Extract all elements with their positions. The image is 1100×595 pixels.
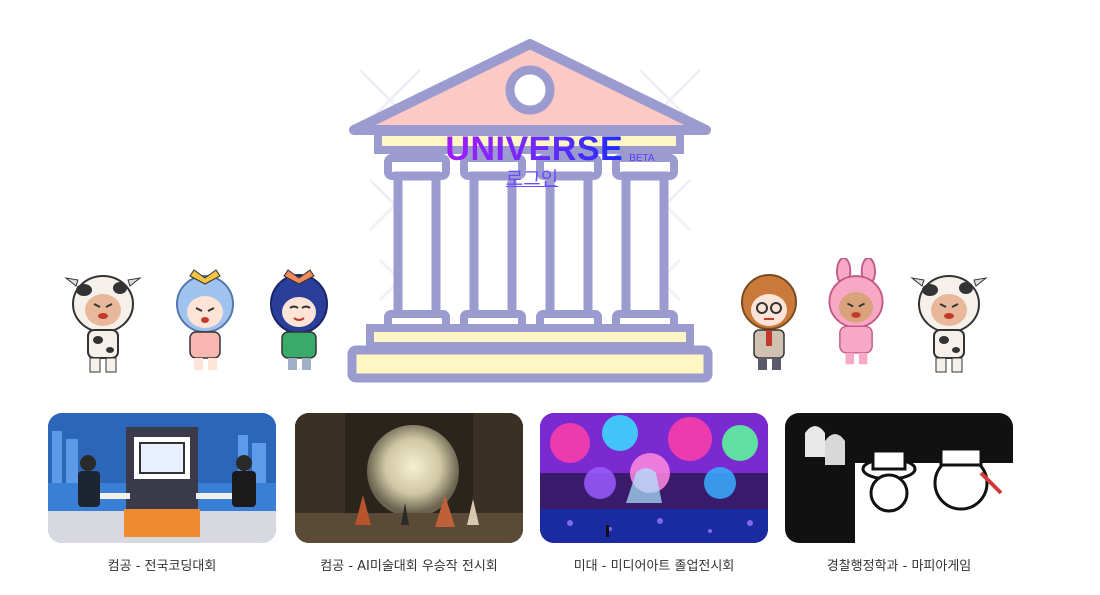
ai-art-exhibition-image[interactable] (295, 413, 523, 543)
site-title: UNIVERSE (445, 130, 624, 168)
media-art-exhibition-image[interactable] (540, 413, 768, 543)
svg-text:마피아: 마피아 (795, 496, 839, 515)
mafia-game-image-icon: 마피아 게임 (785, 413, 1013, 543)
building-logo-icon (347, 39, 713, 383)
svg-text:게임: 게임 (805, 516, 834, 535)
coding-contest-image-icon (48, 413, 276, 543)
media-art-image-icon (540, 413, 768, 543)
event-caption: 컴공 - AI미술대회 우승작 전시회 (320, 559, 498, 574)
event-caption: 컴공 - 전국코딩대회 (107, 559, 217, 574)
event-card-mafia-game[interactable]: 마피아 게임 경찰행정학과 - 마피아게임 (785, 413, 1013, 574)
blue-hair-girl-character-icon[interactable] (164, 264, 246, 376)
navy-hair-girl-character-icon[interactable] (258, 264, 340, 376)
event-card-media-art[interactable]: 미대 - 미디어아트 졸업전시회 (540, 413, 768, 574)
mafia-game-image[interactable]: 마피아 게임 (785, 413, 1013, 543)
event-caption: 경찰행정학과 - 마피아게임 (826, 559, 972, 574)
ai-art-image-icon (295, 413, 523, 543)
hero-section: UNIVERSE BETA 로그인 (0, 0, 1100, 400)
cow-character-right-icon[interactable] (908, 264, 990, 376)
coding-contest-photo[interactable] (48, 413, 276, 543)
event-caption: 미대 - 미디어아트 졸업전시회 (573, 559, 735, 574)
login-link[interactable]: 로그인 (490, 164, 574, 191)
glasses-boy-character-icon[interactable] (728, 264, 810, 376)
event-card-coding-contest[interactable]: 컴공 - 전국코딩대회 (48, 413, 276, 574)
brand-header: UNIVERSE BETA (0, 126, 1100, 166)
beta-badge: BETA (629, 153, 655, 164)
event-card-ai-art[interactable]: 컴공 - AI미술대회 우승작 전시회 (295, 413, 523, 574)
cow-character-left-icon[interactable] (62, 264, 144, 376)
pink-bunny-character-icon[interactable] (815, 258, 897, 370)
